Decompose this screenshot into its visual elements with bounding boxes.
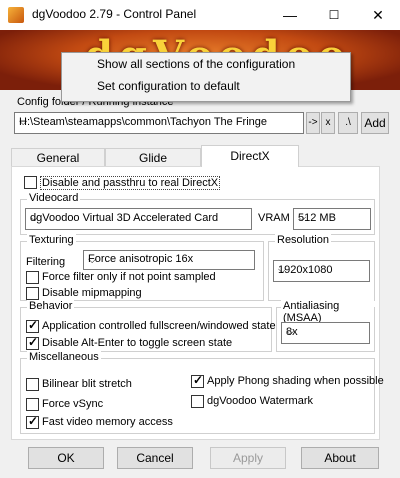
fast-memory-checkbox[interactable] <box>26 414 39 429</box>
current-folder-button[interactable]: .\ <box>338 112 358 134</box>
force-vsync-checkbox[interactable] <box>26 398 39 411</box>
app-fullscreen-checkbox[interactable] <box>26 318 39 333</box>
antialiasing-select[interactable]: 8x ⌵ <box>281 322 370 344</box>
force-filter-checkbox[interactable] <box>26 271 39 284</box>
force-vsync-label: Force vSync <box>42 398 104 410</box>
directx-panel: Disable and passthru to real DirectX Vid… <box>11 166 384 440</box>
videocard-title: Videocard <box>27 192 81 204</box>
remove-button[interactable]: x <box>321 112 335 134</box>
disable-passthru-checkbox[interactable] <box>24 176 37 189</box>
apply-button[interactable]: Apply <box>210 447 286 469</box>
minimize-button[interactable]: — <box>268 0 312 30</box>
chevron-down-icon: ⌵ <box>88 254 97 266</box>
menu-item-set-default[interactable]: Set configuration to default <box>62 75 350 97</box>
filtering-label: Filtering <box>26 256 66 268</box>
vram-select[interactable]: 512 MB ⌵ <box>293 208 371 230</box>
config-path-select[interactable]: H:\Steam\steamapps\common\Tachyon The Fr… <box>14 112 304 134</box>
videocard-group: Videocard dgVoodoo Virtual 3D Accelerate… <box>20 192 375 235</box>
vram-label: VRAM <box>258 212 290 224</box>
chevron-down-icon: ⌵ <box>19 116 28 128</box>
resolution-select[interactable]: 1920x1080 ⌵ <box>273 260 370 282</box>
tab-general[interactable]: General <box>11 148 105 166</box>
resolution-title: Resolution <box>275 234 331 246</box>
disable-mipmapping-label: Disable mipmapping <box>42 287 142 299</box>
add-button[interactable]: Add <box>361 112 389 134</box>
force-filter-label: Force filter only if not point sampled <box>42 271 216 283</box>
disable-passthru-label: Disable and passthru to real DirectX <box>40 176 221 190</box>
about-button[interactable]: About <box>301 447 379 469</box>
resolution-group: Resolution 1920x1080 ⌵ <box>268 234 375 301</box>
jump-button[interactable]: -> <box>306 112 320 134</box>
cancel-button[interactable]: Cancel <box>117 447 193 469</box>
phong-checkbox[interactable] <box>191 373 204 388</box>
app-icon <box>8 7 24 23</box>
close-button[interactable]: ✕ <box>356 0 400 30</box>
maximize-button[interactable]: ☐ <box>312 0 356 30</box>
watermark-label: dgVoodoo Watermark <box>207 395 313 407</box>
alt-enter-checkbox[interactable] <box>26 335 39 350</box>
tab-directx[interactable]: DirectX <box>201 145 299 167</box>
bilinear-label: Bilinear blit stretch <box>42 378 132 390</box>
antialiasing-title: Antialiasing (MSAA) <box>281 300 374 324</box>
menu-item-show-all-sections[interactable]: Show all sections of the configuration <box>62 53 350 75</box>
behavior-title: Behavior <box>27 300 75 312</box>
miscellaneous-title: Miscellaneous <box>27 351 101 363</box>
antialiasing-group: Antialiasing (MSAA) 8x ⌵ <box>276 300 375 352</box>
chevron-down-icon: ⌵ <box>278 264 287 276</box>
videocard-select[interactable]: dgVoodoo Virtual 3D Accelerated Card ⌵ <box>25 208 252 230</box>
chevron-down-icon: ⌵ <box>286 326 295 338</box>
watermark-checkbox[interactable] <box>191 395 204 408</box>
title-bar: dgVoodoo 2.79 - Control Panel — ☐ ✕ <box>0 0 400 30</box>
chevron-down-icon: ⌵ <box>298 212 307 224</box>
alt-enter-label: Disable Alt-Enter to toggle screen state <box>42 337 233 349</box>
window-title: dgVoodoo 2.79 - Control Panel <box>32 7 197 21</box>
filtering-select[interactable]: Force anisotropic 16x ⌵ <box>83 250 255 270</box>
tab-glide[interactable]: Glide <box>105 148 201 166</box>
chevron-down-icon: ⌵ <box>30 212 39 224</box>
context-menu: Show all sections of the configuration S… <box>61 52 351 102</box>
disable-mipmapping-checkbox[interactable] <box>26 287 39 300</box>
ok-button[interactable]: OK <box>28 447 104 469</box>
texturing-title: Texturing <box>27 234 76 246</box>
behavior-group: Behavior Application controlled fullscre… <box>20 300 276 352</box>
app-fullscreen-label: Application controlled fullscreen/window… <box>42 320 276 332</box>
miscellaneous-group: Miscellaneous Bilinear blit stretch Forc… <box>20 351 384 434</box>
fast-memory-label: Fast video memory access <box>42 416 173 428</box>
phong-label: Apply Phong shading when possible <box>207 375 384 387</box>
texturing-group: Texturing Filtering Force anisotropic 16… <box>20 234 264 301</box>
bilinear-checkbox[interactable] <box>26 378 39 391</box>
